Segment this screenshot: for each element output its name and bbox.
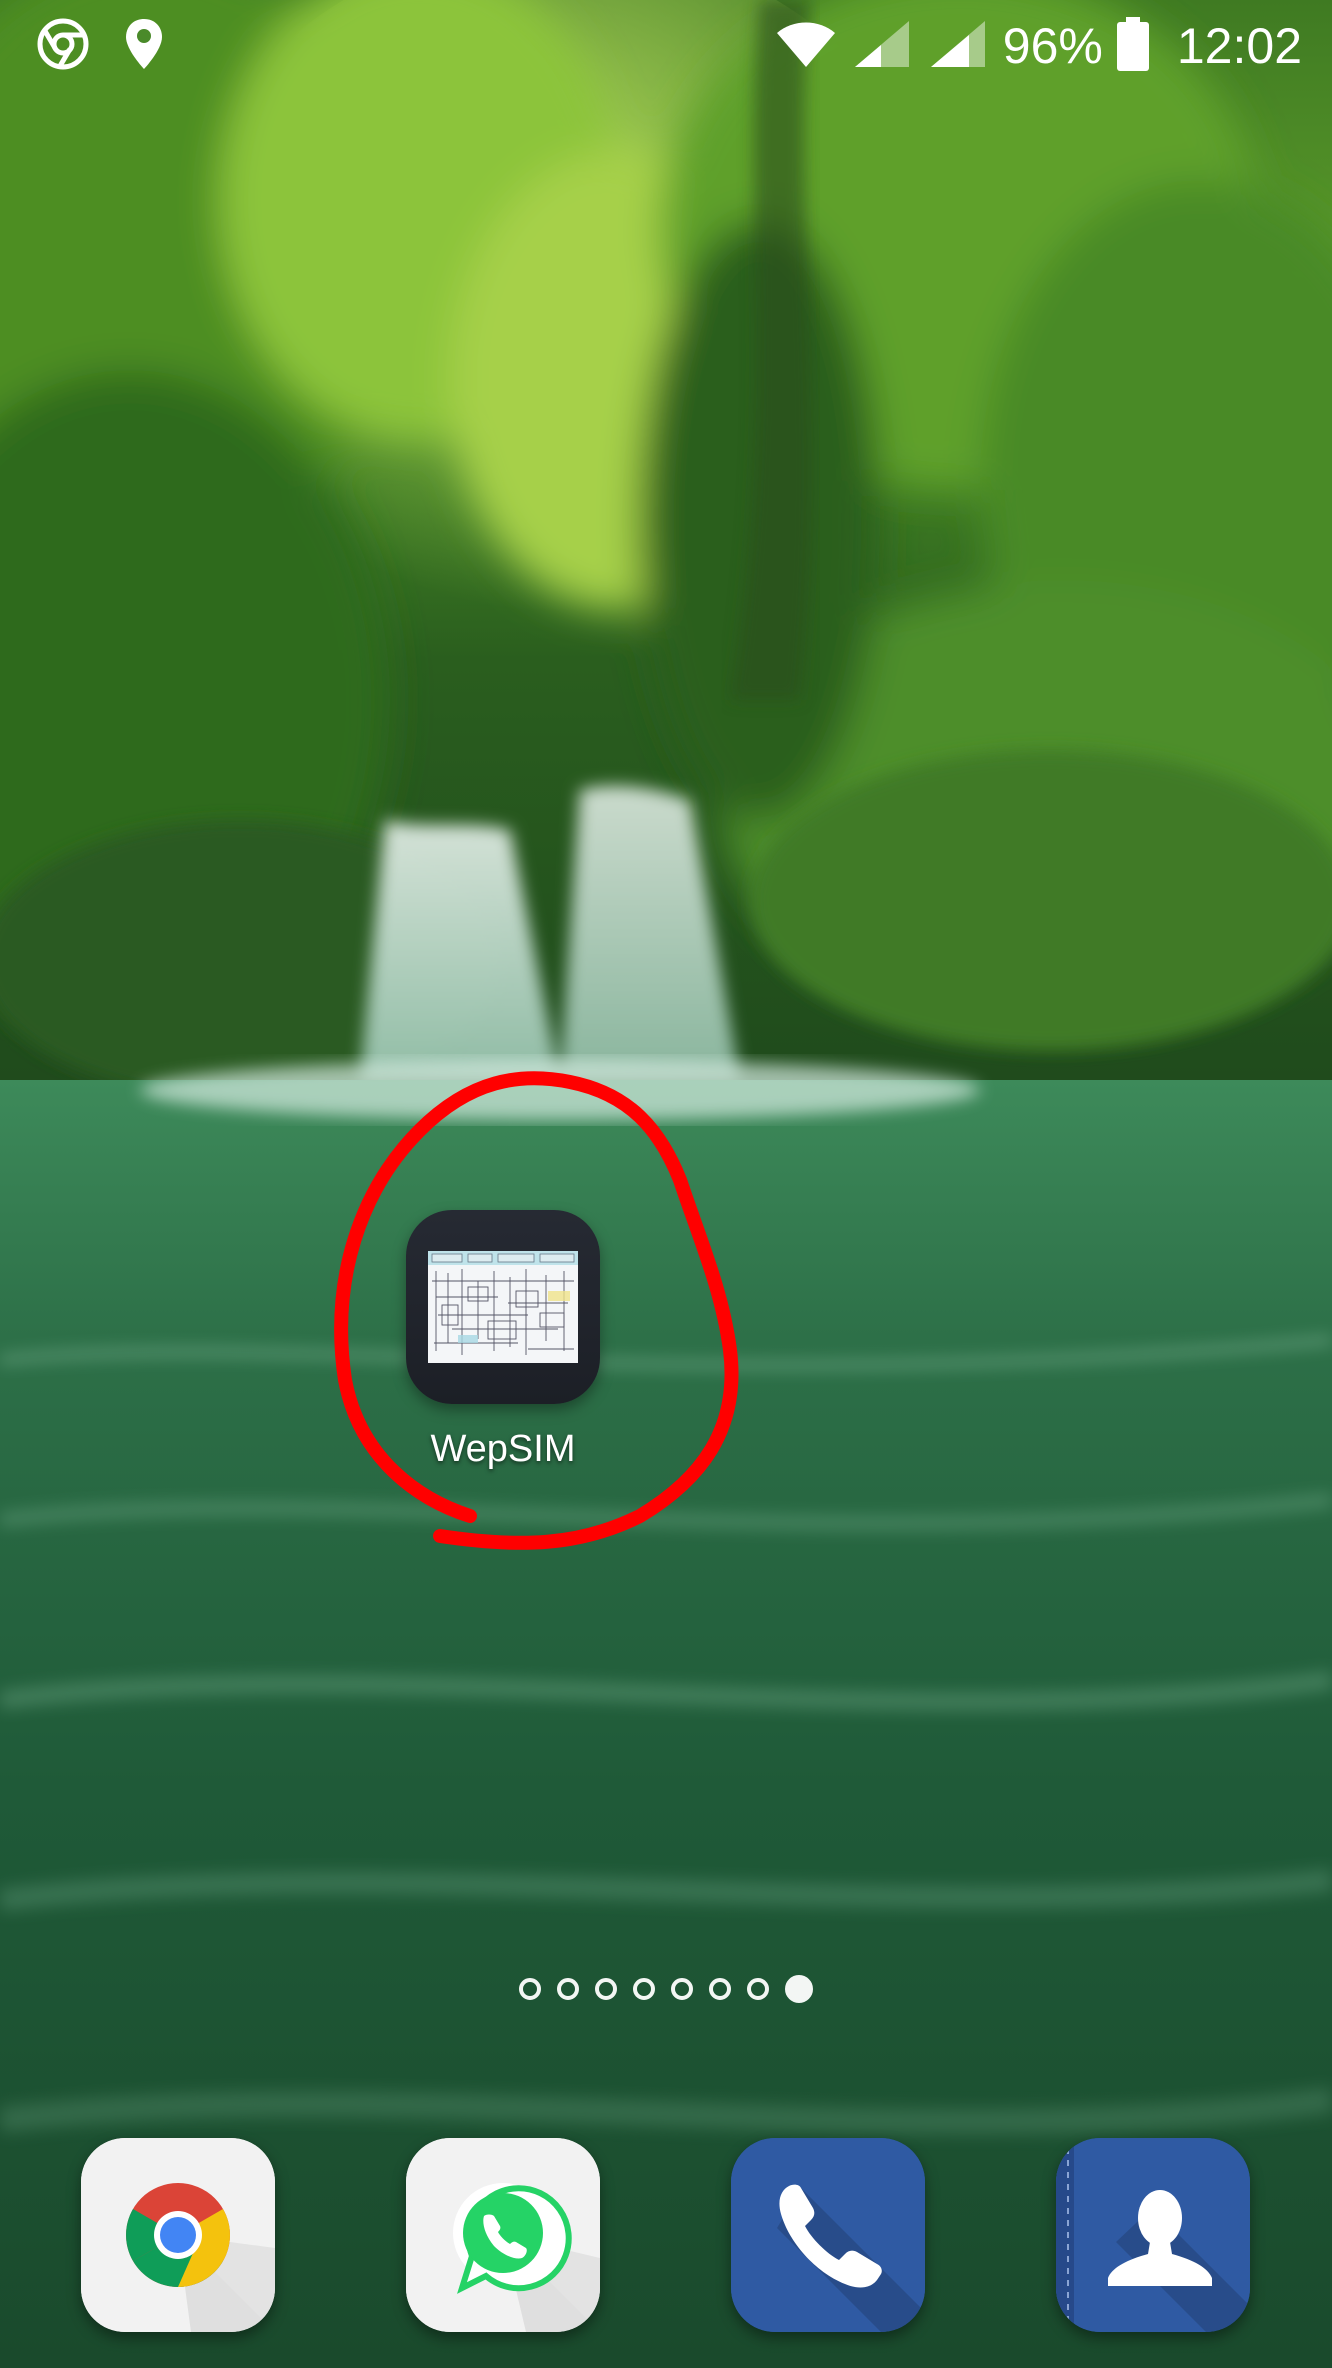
contacts-icon	[1056, 2138, 1250, 2332]
phone-app[interactable]	[731, 2138, 925, 2332]
page-dot[interactable]	[557, 1978, 579, 2000]
page-dot[interactable]	[747, 1978, 769, 2000]
dock	[0, 2138, 1332, 2334]
wifi-icon	[775, 19, 837, 74]
battery-icon	[1116, 16, 1149, 76]
phone-icon	[731, 2138, 925, 2332]
home-screen: 96% 12:02 WepSIM	[0, 0, 1332, 2368]
chrome-app[interactable]	[81, 2138, 275, 2332]
status-bar-left	[36, 16, 164, 76]
wallpaper	[0, 0, 1332, 2368]
page-dot[interactable]	[709, 1978, 731, 2000]
wepsim-app-label: WepSIM	[430, 1428, 576, 1470]
chrome-notification-icon	[36, 17, 90, 76]
wepsim-app-icon[interactable]	[406, 1210, 600, 1404]
page-dot-active[interactable]	[785, 1975, 813, 2003]
location-icon	[124, 17, 164, 76]
clock: 12:02	[1176, 18, 1302, 74]
page-dot[interactable]	[633, 1978, 655, 2000]
page-dot[interactable]	[519, 1978, 541, 2000]
contacts-app[interactable]	[1056, 2138, 1250, 2332]
battery-percent: 96%	[1002, 18, 1103, 74]
whatsapp-icon	[406, 2138, 600, 2332]
wepsim-diagram-thumbnail	[428, 1251, 578, 1363]
chrome-icon	[81, 2138, 275, 2332]
signal-icon	[851, 19, 913, 74]
page-indicator[interactable]	[0, 1975, 1332, 2003]
signal-icon	[927, 19, 989, 74]
page-dot[interactable]	[671, 1978, 693, 2000]
status-bar-right: 96% 12:02	[775, 14, 1302, 78]
wepsim-app-shortcut[interactable]: WepSIM	[390, 1210, 616, 1471]
whatsapp-app[interactable]	[406, 2138, 600, 2332]
page-dot[interactable]	[595, 1978, 617, 2000]
status-bar: 96% 12:02	[0, 0, 1332, 92]
